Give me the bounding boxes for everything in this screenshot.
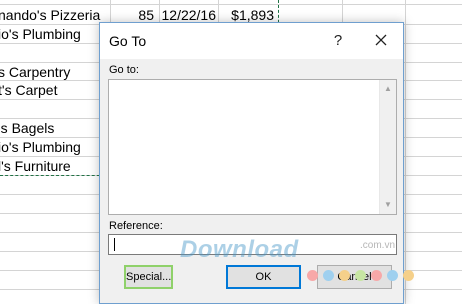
watermark-dot — [323, 270, 334, 281]
watermark-dot — [355, 270, 366, 281]
dialog-title: Go To — [109, 33, 147, 49]
goto-list[interactable]: ▲ ▼ — [108, 79, 397, 215]
watermark-dot — [387, 270, 398, 281]
list-scrollbar[interactable]: ▲ ▼ — [379, 80, 396, 214]
watermark-dot — [371, 270, 382, 281]
cell-customer-name[interactable]: s Carpentry — [0, 63, 70, 81]
scroll-down-arrow-icon[interactable]: ▼ — [380, 198, 396, 212]
reference-label: Reference: — [109, 220, 163, 232]
goto-label: Go to: — [109, 64, 139, 76]
ok-button[interactable]: OK — [226, 265, 301, 289]
row-divider — [0, 4, 462, 5]
watermark-logo: Download — [180, 236, 299, 263]
special-button[interactable]: Special... — [124, 265, 173, 289]
watermark-dot — [403, 270, 414, 281]
cell-customer-name[interactable]: io's Plumbing — [0, 25, 81, 43]
scroll-up-arrow-icon[interactable]: ▲ — [380, 82, 396, 96]
watermark-dot — [339, 270, 350, 281]
cell-customer-name[interactable]: t's Carpet — [0, 81, 57, 99]
help-button[interactable]: ? — [329, 31, 347, 51]
selection-marquee-bottom — [0, 175, 110, 176]
text-caret — [114, 238, 115, 251]
close-icon — [375, 34, 387, 46]
column-divider — [405, 0, 406, 304]
cell-customer-name[interactable]: l's Furniture — [0, 157, 71, 175]
cell-customer-name[interactable]: io's Plumbing — [0, 138, 81, 156]
watermark-suffix: .com.vn — [360, 240, 396, 251]
cell-customer-name[interactable]: nando's Pizzeria — [0, 6, 100, 24]
close-button[interactable] — [370, 29, 392, 51]
cell-customer-name[interactable]: 's Bagels — [0, 119, 54, 137]
dialog-titlebar[interactable]: Go To ? — [100, 23, 403, 59]
watermark-dot — [307, 270, 318, 281]
